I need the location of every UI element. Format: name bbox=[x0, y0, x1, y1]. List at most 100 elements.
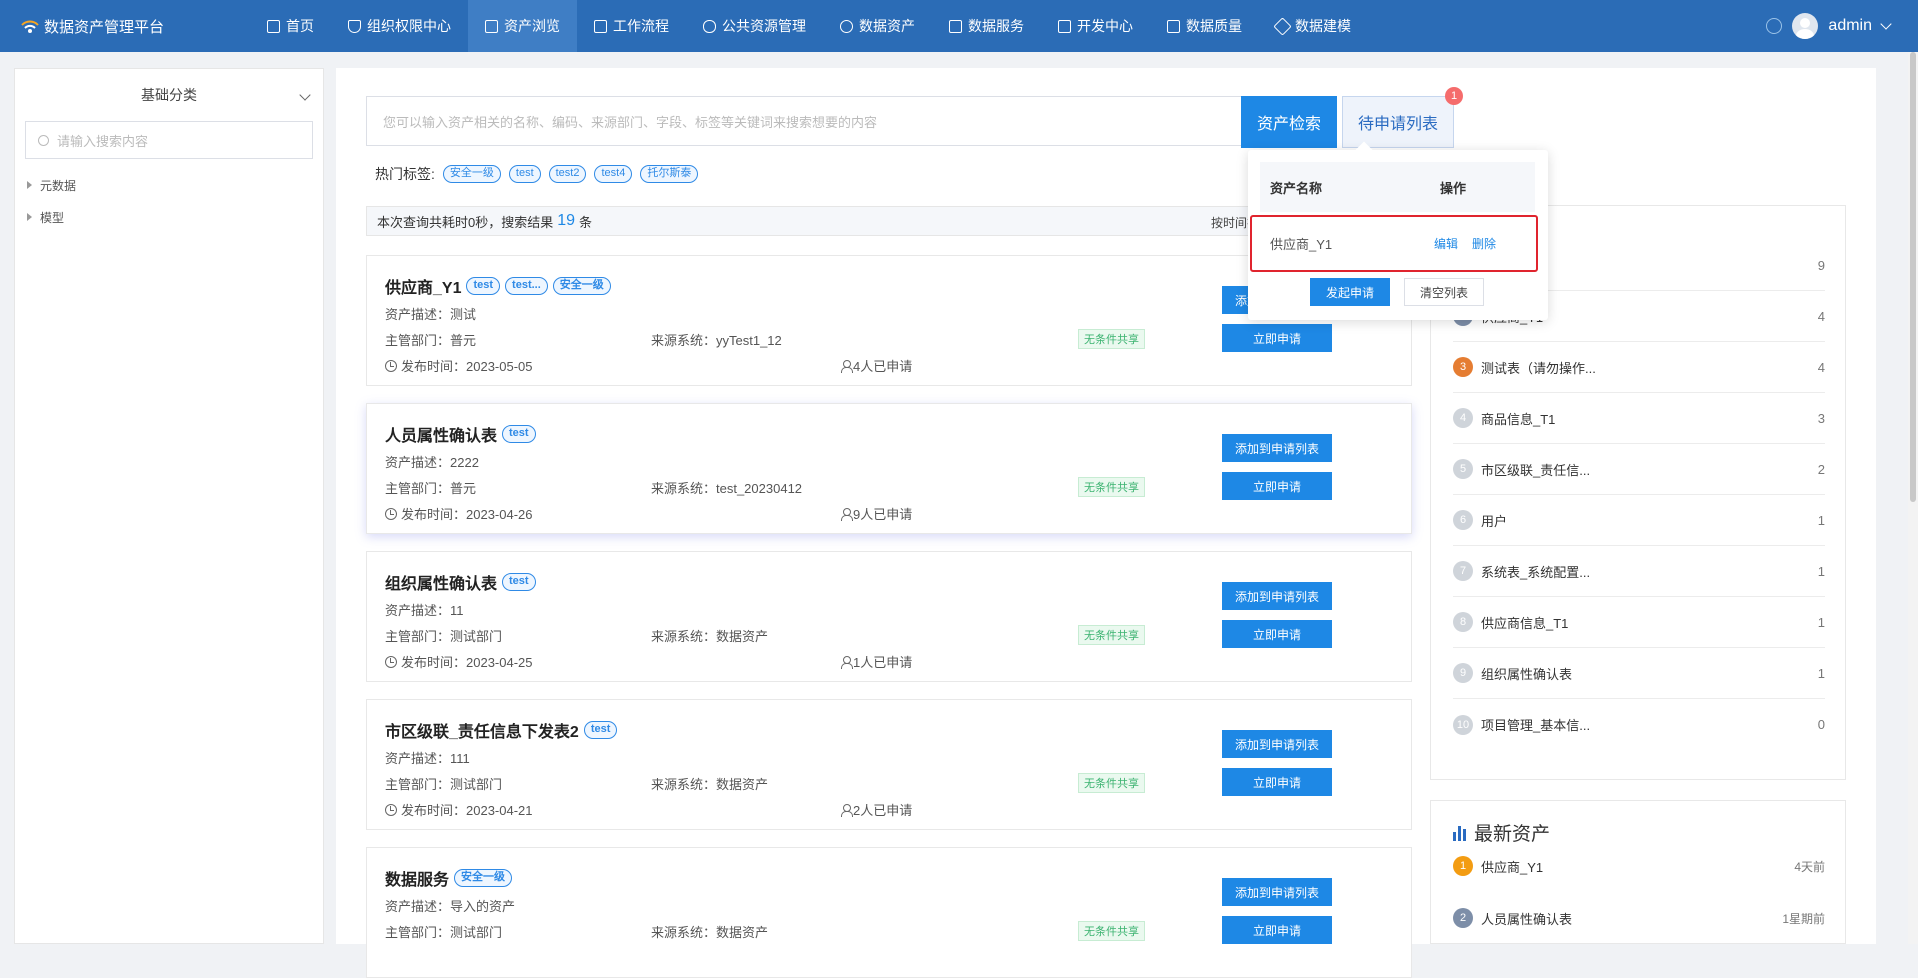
avatar[interactable] bbox=[1792, 13, 1819, 39]
apply-now-button[interactable]: 立即申请 bbox=[1222, 324, 1332, 352]
asset-department: 主管部门：测试部门 bbox=[385, 629, 503, 644]
delete-link[interactable]: 删除 bbox=[1472, 235, 1496, 252]
add-to-apply-list-button[interactable]: 添加到申请列表 bbox=[1222, 878, 1332, 906]
ranking-item-count: 2 bbox=[1817, 461, 1825, 477]
ranking-item[interactable]: 5 市区级联_责任信... 2 bbox=[1453, 444, 1825, 495]
asset-source-system: 来源系统：数据资产 bbox=[651, 777, 769, 792]
rank-number-icon: 8 bbox=[1453, 612, 1473, 632]
rank-number-icon: 6 bbox=[1453, 510, 1473, 530]
chevron-down-icon[interactable] bbox=[299, 89, 311, 101]
asset-title[interactable]: 供应商_Y1 bbox=[385, 274, 461, 298]
openai-logo-icon[interactable] bbox=[1766, 18, 1783, 34]
asset-card[interactable]: 人员属性确认表 test 资产描述：2222 主管部门：普元 来源系统：test… bbox=[366, 403, 1412, 534]
ranking-item[interactable]: 10 项目管理_基本信... 0 bbox=[1453, 699, 1825, 750]
nav-item-workflow[interactable]: 工作流程 bbox=[577, 0, 686, 52]
ranking-item[interactable]: 3 测试表（请勿操作... 4 bbox=[1453, 342, 1825, 393]
ranking-item[interactable]: 7 系统表_系统配置... 1 bbox=[1453, 546, 1825, 597]
asset-title-row: 数据服务 安全一级 bbox=[385, 866, 513, 890]
asset-title[interactable]: 人员属性确认表 bbox=[385, 422, 497, 446]
nav-item-asset-browse[interactable]: 资产浏览 bbox=[468, 0, 577, 52]
applied-count-text: 4人已申请 bbox=[853, 359, 913, 374]
category-header[interactable]: 基础分类 bbox=[15, 69, 323, 121]
hot-tag[interactable]: test4 bbox=[594, 165, 633, 183]
top-navigation-bar: 数据资产管理平台 首页 组织权限中心 资产浏览 工作流程 公共资源管理 数据资产… bbox=[0, 0, 1918, 52]
apply-now-button[interactable]: 立即申请 bbox=[1222, 768, 1332, 796]
ranking-item[interactable]: 4 商品信息_T1 3 bbox=[1453, 393, 1825, 444]
nav-label: 数据建模 bbox=[1295, 18, 1351, 34]
asset-title[interactable]: 组织属性确认表 bbox=[385, 570, 497, 594]
asset-title[interactable]: 市区级联_责任信息下发表2 bbox=[385, 718, 579, 742]
applied-count: 1人已申请 bbox=[841, 652, 912, 671]
apply-now-button[interactable]: 立即申请 bbox=[1222, 620, 1332, 648]
page-scrollbar[interactable] bbox=[1908, 52, 1918, 944]
scale-icon bbox=[594, 19, 607, 33]
popup-table-header: 资产名称 操作 bbox=[1260, 162, 1535, 212]
publish-date-text: 发布时间：2023-05-05 bbox=[401, 359, 533, 374]
caret-right-icon[interactable] bbox=[27, 181, 32, 189]
category-search-input[interactable]: 请输入搜索内容 bbox=[25, 121, 313, 159]
nav-item-org-permission[interactable]: 组织权限中心 bbox=[331, 0, 468, 52]
ranking-item-count: 1 bbox=[1817, 512, 1825, 528]
ranking-item-count: 4 bbox=[1817, 308, 1825, 324]
asset-search-button[interactable]: 资产检索 bbox=[1241, 96, 1337, 148]
asset-search-input[interactable]: 您可以输入资产相关的名称、编码、来源部门、字段、标签等关键词来搜索想要的内容 bbox=[366, 96, 1258, 146]
ranking-item[interactable]: 6 用户 1 bbox=[1453, 495, 1825, 546]
ranking-item-name: 用户 bbox=[1481, 513, 1508, 529]
gamepad-icon bbox=[703, 19, 716, 33]
latest-asset-item[interactable]: 2 人员属性确认表 1星期前 bbox=[1453, 898, 1825, 938]
hot-tag[interactable]: 托尔斯泰 bbox=[640, 165, 699, 183]
asset-card[interactable]: 市区级联_责任信息下发表2 test 资产描述：111 主管部门：测试部门 来源… bbox=[366, 699, 1412, 830]
ranking-item[interactable]: 8 供应商信息_T1 1 bbox=[1453, 597, 1825, 648]
list-icon bbox=[485, 19, 498, 33]
category-sidebar: 基础分类 请输入搜索内容 元数据 模型 bbox=[14, 68, 324, 944]
apply-now-button[interactable]: 立即申请 bbox=[1222, 916, 1332, 944]
nav-item-data-service[interactable]: 数据服务 bbox=[932, 0, 1041, 52]
publish-date: 发布时间：2023-05-05 bbox=[385, 356, 533, 375]
clock-icon bbox=[385, 655, 397, 668]
applied-count: 2人已申请 bbox=[841, 800, 912, 819]
apply-now-button[interactable]: 立即申请 bbox=[1222, 472, 1332, 500]
nav-label: 数据服务 bbox=[968, 18, 1024, 34]
caret-right-icon[interactable] bbox=[27, 213, 32, 221]
nav-item-data-quality[interactable]: 数据质量 bbox=[1150, 0, 1259, 52]
add-to-apply-list-button[interactable]: 添加到申请列表 bbox=[1222, 434, 1332, 462]
chevron-down-icon[interactable] bbox=[1880, 18, 1892, 30]
hot-tag[interactable]: test bbox=[508, 165, 541, 183]
tree-node-model[interactable]: 模型 bbox=[27, 201, 323, 233]
latest-asset-name: 供应商_Y1 bbox=[1481, 859, 1544, 875]
applied-count: 4人已申请 bbox=[841, 356, 912, 375]
hot-tag[interactable]: test2 bbox=[548, 165, 587, 183]
asset-card[interactable]: 组织属性确认表 test 资产描述：11 主管部门：测试部门 来源系统：数据资产… bbox=[366, 551, 1412, 682]
category-tree: 元数据 模型 bbox=[15, 159, 323, 233]
asset-description: 资产描述：导入的资产 bbox=[385, 899, 516, 914]
nav-item-public-resource[interactable]: 公共资源管理 bbox=[686, 0, 823, 52]
latest-assets-title: 最新资产 bbox=[1474, 824, 1551, 845]
edit-link[interactable]: 编辑 bbox=[1434, 235, 1458, 252]
user-icon bbox=[841, 803, 853, 817]
asset-title[interactable]: 数据服务 bbox=[385, 866, 449, 890]
hot-tag[interactable]: 安全一级 bbox=[442, 165, 501, 183]
tree-node-metadata[interactable]: 元数据 bbox=[27, 169, 323, 201]
scrollbar-thumb[interactable] bbox=[1910, 52, 1916, 502]
nav-item-home[interactable]: 首页 bbox=[250, 0, 331, 52]
asset-source-system: 来源系统：数据资产 bbox=[651, 629, 769, 644]
pending-list-button[interactable]: 待申请列表 bbox=[1342, 96, 1454, 148]
rank-number-icon: 10 bbox=[1453, 714, 1473, 735]
add-to-apply-list-button[interactable]: 添加到申请列表 bbox=[1222, 582, 1332, 610]
nav-item-data-asset[interactable]: 数据资产 bbox=[823, 0, 932, 52]
clear-list-button[interactable]: 清空列表 bbox=[1404, 278, 1484, 306]
latest-asset-item[interactable]: 1 供应商_Y1 4天前 bbox=[1453, 846, 1825, 886]
brand[interactable]: 数据资产管理平台 bbox=[0, 16, 250, 37]
result-count: 19 bbox=[557, 212, 576, 229]
nav-item-dev-center[interactable]: 开发中心 bbox=[1041, 0, 1150, 52]
asset-card[interactable]: 数据服务 安全一级 资产描述：导入的资产 主管部门：测试部门 来源系统：数据资产… bbox=[366, 847, 1412, 978]
ranking-item[interactable]: 9 组织属性确认表 1 bbox=[1453, 648, 1825, 699]
clock-icon bbox=[385, 359, 397, 372]
publish-date-text: 发布时间：2023-04-21 bbox=[401, 803, 533, 818]
rank-medal-icon: 3 bbox=[1453, 357, 1473, 377]
username[interactable]: admin bbox=[1828, 17, 1872, 35]
add-to-apply-list-button[interactable]: 添加到申请列表 bbox=[1222, 730, 1332, 758]
submit-application-button[interactable]: 发起申请 bbox=[1310, 278, 1390, 306]
nav-item-data-modeling[interactable]: 数据建模 bbox=[1259, 0, 1368, 52]
asset-description: 资产描述：2222 bbox=[385, 455, 479, 470]
